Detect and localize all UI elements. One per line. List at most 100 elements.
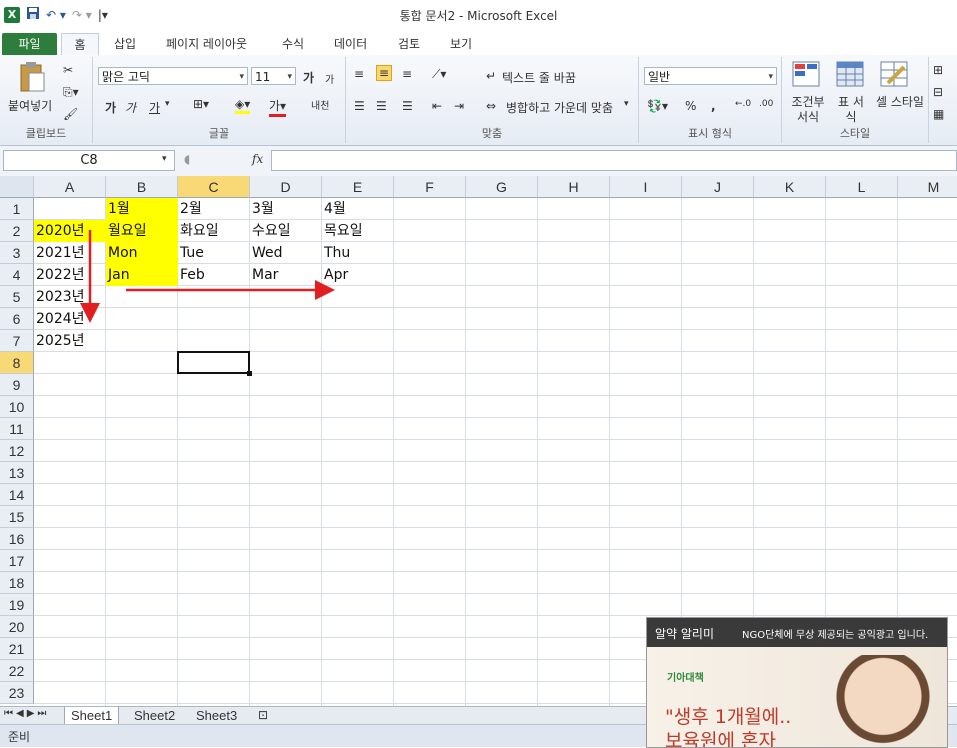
active-cell-selection[interactable] xyxy=(177,351,252,376)
row-header-18[interactable]: 18 xyxy=(0,572,34,594)
merge-center-button[interactable]: 병합하고 가운데 맞춤 xyxy=(506,99,613,116)
copy-icon[interactable]: ⎘▾ xyxy=(63,85,79,100)
row-header-9[interactable]: 9 xyxy=(0,374,34,396)
row-header-4[interactable]: 4 xyxy=(0,264,34,286)
row-header-8[interactable]: 8 xyxy=(0,352,34,374)
shrink-font-button[interactable]: 가 xyxy=(325,71,334,86)
align-middle-icon[interactable]: ≡ xyxy=(376,65,393,81)
fill-color-icon[interactable]: ◈▾ xyxy=(235,97,251,114)
row-header-22[interactable]: 22 xyxy=(0,660,34,682)
formula-bar-resize-icon[interactable]: ◖ xyxy=(184,152,190,166)
cell-B2[interactable]: 월요일 xyxy=(106,220,178,242)
row-header-13[interactable]: 13 xyxy=(0,462,34,484)
row-header-20[interactable]: 20 xyxy=(0,616,34,638)
font-color-icon[interactable]: 가▾ xyxy=(269,97,287,117)
font-name-select[interactable]: 맑은 고딕 xyxy=(98,67,248,86)
increase-indent-icon[interactable]: ⇥ xyxy=(454,99,464,113)
tab-insert[interactable]: 삽입 xyxy=(114,33,136,55)
row-header-17[interactable]: 17 xyxy=(0,550,34,572)
paste-button[interactable]: 붙여넣기 xyxy=(8,97,52,114)
cell-A2[interactable]: 2020년 xyxy=(34,220,106,242)
sheet-nav-arrows-icon[interactable]: ⏮◀▶⏭ xyxy=(4,708,49,719)
percent-button[interactable]: % xyxy=(685,99,696,113)
underline-dropdown-icon[interactable]: ▾ xyxy=(165,99,170,109)
row-header-6[interactable]: 6 xyxy=(0,308,34,330)
cell-E2[interactable]: 목요일 xyxy=(322,220,394,242)
wrap-text-button[interactable]: 텍스트 줄 바꿈 xyxy=(502,69,576,86)
cell-B4[interactable]: Jan xyxy=(106,264,178,286)
align-left-icon[interactable]: ☰ xyxy=(354,99,365,113)
cell-D1[interactable]: 3월 xyxy=(250,198,322,220)
row-header-3[interactable]: 3 xyxy=(0,242,34,264)
align-right-icon[interactable]: ☰ xyxy=(402,99,413,113)
tab-file[interactable]: 파일 xyxy=(2,33,57,55)
accounting-format-icon[interactable]: 💱▾ xyxy=(647,99,668,113)
tab-page-layout[interactable]: 페이지 레이아웃 xyxy=(166,33,247,55)
cell-E4[interactable]: Apr xyxy=(322,264,394,286)
tab-formulas[interactable]: 수식 xyxy=(282,33,304,55)
tab-home[interactable]: 홈 xyxy=(61,33,99,57)
ad-popup[interactable]: 알약 알리미 NGO단체에 무상 제공되는 공익광고 입니다. 기아대책 "생후… xyxy=(646,617,948,748)
border-icon[interactable]: ⊞▾ xyxy=(193,97,209,111)
row-header-11[interactable]: 11 xyxy=(0,418,34,440)
delete-cells-icon[interactable]: ⊟ xyxy=(933,85,943,99)
column-header-D[interactable]: D xyxy=(250,176,322,198)
cell-C4[interactable]: Feb xyxy=(178,264,250,286)
format-as-table-icon[interactable] xyxy=(836,61,864,90)
cell-A3[interactable]: 2021년 xyxy=(34,242,106,264)
ad-body[interactable]: 기아대책 "생후 1개월에.. 보육원에 혼자 xyxy=(647,647,947,747)
cell-C1[interactable]: 2월 xyxy=(178,198,250,220)
column-header-K[interactable]: K xyxy=(754,176,826,198)
column-header-M[interactable]: M xyxy=(898,176,957,198)
row-header-5[interactable]: 5 xyxy=(0,286,34,308)
row-header-7[interactable]: 7 xyxy=(0,330,34,352)
format-painter-icon[interactable]: 🖌 xyxy=(63,107,78,121)
column-header-F[interactable]: F xyxy=(394,176,466,198)
cell-B3[interactable]: Mon xyxy=(106,242,178,264)
number-format-select[interactable]: 일반 xyxy=(644,67,777,86)
phonetic-button[interactable]: 내천 xyxy=(311,97,329,112)
column-header-G[interactable]: G xyxy=(466,176,538,198)
sheet-tab-2[interactable]: Sheet2 xyxy=(128,707,181,724)
row-header-15[interactable]: 15 xyxy=(0,506,34,528)
column-header-I[interactable]: I xyxy=(610,176,682,198)
column-header-H[interactable]: H xyxy=(538,176,610,198)
font-size-select[interactable]: 11 xyxy=(251,67,296,86)
cut-icon[interactable]: ✂ xyxy=(63,63,73,77)
italic-button[interactable]: 가 xyxy=(125,99,136,116)
row-header-19[interactable]: 19 xyxy=(0,594,34,616)
cell-D3[interactable]: Wed xyxy=(250,242,322,264)
conditional-formatting-button[interactable]: 조건부 서식 xyxy=(788,95,828,125)
sheet-tab-1[interactable]: Sheet1 xyxy=(64,707,120,725)
cell-styles-button[interactable]: 셀 스타일 xyxy=(876,95,924,110)
row-header-10[interactable]: 10 xyxy=(0,396,34,418)
row-header-14[interactable]: 14 xyxy=(0,484,34,506)
row-header-1[interactable]: 1 xyxy=(0,198,34,220)
underline-button[interactable]: 가 xyxy=(149,99,160,116)
increase-decimal-icon[interactable]: ←.0 xyxy=(735,99,751,109)
column-header-A[interactable]: A xyxy=(34,176,106,198)
cell-styles-icon[interactable] xyxy=(880,61,908,90)
tab-review[interactable]: 검토 xyxy=(398,33,420,55)
formula-input[interactable] xyxy=(271,150,957,171)
cell-A7[interactable]: 2025년 xyxy=(34,330,106,352)
column-header-E[interactable]: E xyxy=(322,176,394,198)
orientation-icon[interactable]: ⟋▾ xyxy=(432,67,446,82)
decrease-indent-icon[interactable]: ⇤ xyxy=(432,99,442,113)
align-center-icon[interactable]: ☰ xyxy=(376,99,387,113)
name-box[interactable]: C8 xyxy=(3,150,175,171)
merge-dropdown-icon[interactable]: ▾ xyxy=(624,99,629,109)
column-header-C[interactable]: C xyxy=(178,176,250,198)
merge-center-icon[interactable]: ⇔ xyxy=(486,99,496,113)
row-header-12[interactable]: 12 xyxy=(0,440,34,462)
select-all-corner[interactable] xyxy=(0,176,34,198)
row-header-16[interactable]: 16 xyxy=(0,528,34,550)
align-bottom-icon[interactable]: ≡ xyxy=(402,67,412,81)
cell-D2[interactable]: 수요일 xyxy=(250,220,322,242)
cell-E3[interactable]: Thu xyxy=(322,242,394,264)
sheet-tab-3[interactable]: Sheet3 xyxy=(190,707,243,724)
row-header-21[interactable]: 21 xyxy=(0,638,34,660)
cell-C2[interactable]: 화요일 xyxy=(178,220,250,242)
cell-D4[interactable]: Mar xyxy=(250,264,322,286)
cell-C3[interactable]: Tue xyxy=(178,242,250,264)
